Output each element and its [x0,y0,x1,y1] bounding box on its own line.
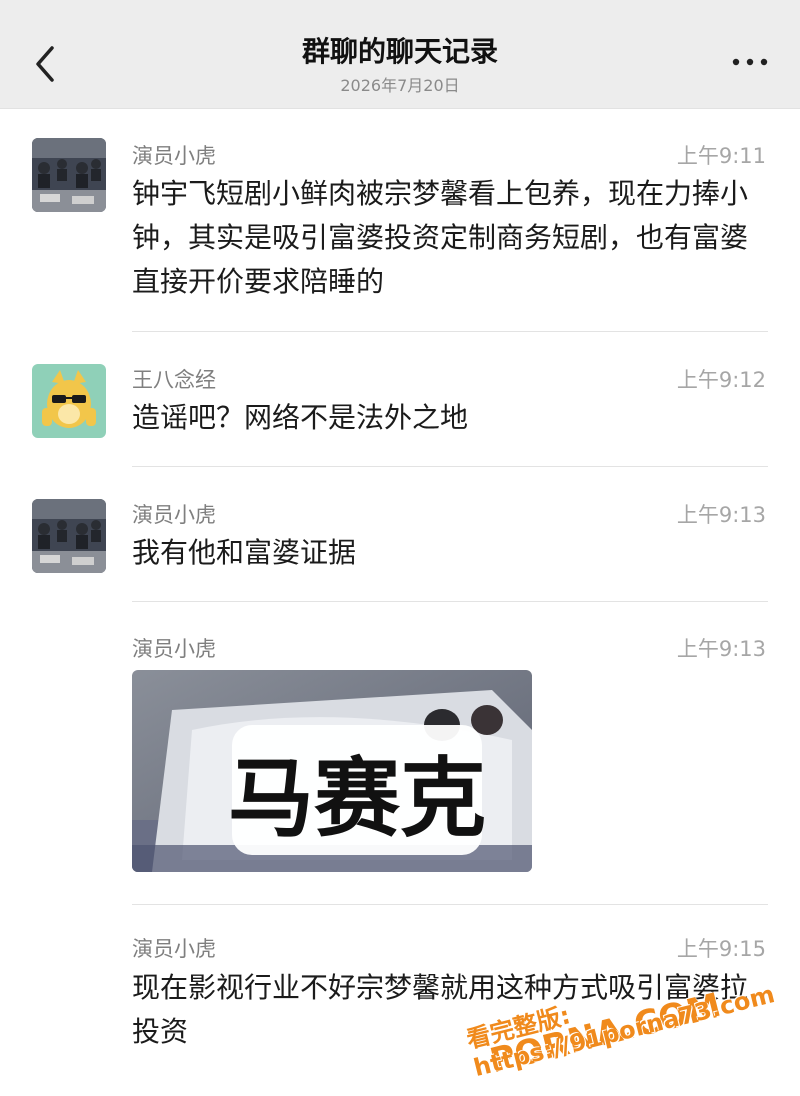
sender-name: 演员小虎 [132,937,216,961]
message-time: 上午9:11 [676,144,766,168]
message-time: 上午9:13 [676,503,766,527]
divider [132,904,768,905]
avatar[interactable] [32,364,106,438]
chat-date: 2026年7月20日 [340,76,460,95]
page-title: 群聊的聊天记录 [301,35,498,68]
more-dots-icon[interactable] [728,50,772,74]
mosaic-overlay-text: 马赛克 [228,749,486,849]
message-text: 造谣吧？网络不是法外之地 [132,401,469,434]
sender-name: 王八念经 [132,368,216,392]
divider [132,466,768,467]
watermark-note: 看完整版: https://91porna73.com [463,980,778,1083]
divider [132,601,768,602]
sender-name: 演员小虎 [132,637,216,661]
message-image[interactable]: 马赛克 [132,670,532,872]
message-time: 上午9:12 [676,368,766,392]
sender-name: 演员小虎 [132,144,216,168]
message-time: 上午9:13 [676,637,766,661]
divider [132,331,768,332]
avatar[interactable] [32,138,106,212]
avatar[interactable] [32,499,106,573]
sender-name: 演员小虎 [132,503,216,527]
message-text: 我有他和富婆证据 [132,536,357,569]
chat-header: 群聊的聊天记录 2026年7月20日 [0,0,800,109]
message-text: 钟宇飞短剧小鲜肉被宗梦馨看上包养，现在力捧小钟，其实是吸引富婆投资定制商务短剧，… [132,177,749,298]
